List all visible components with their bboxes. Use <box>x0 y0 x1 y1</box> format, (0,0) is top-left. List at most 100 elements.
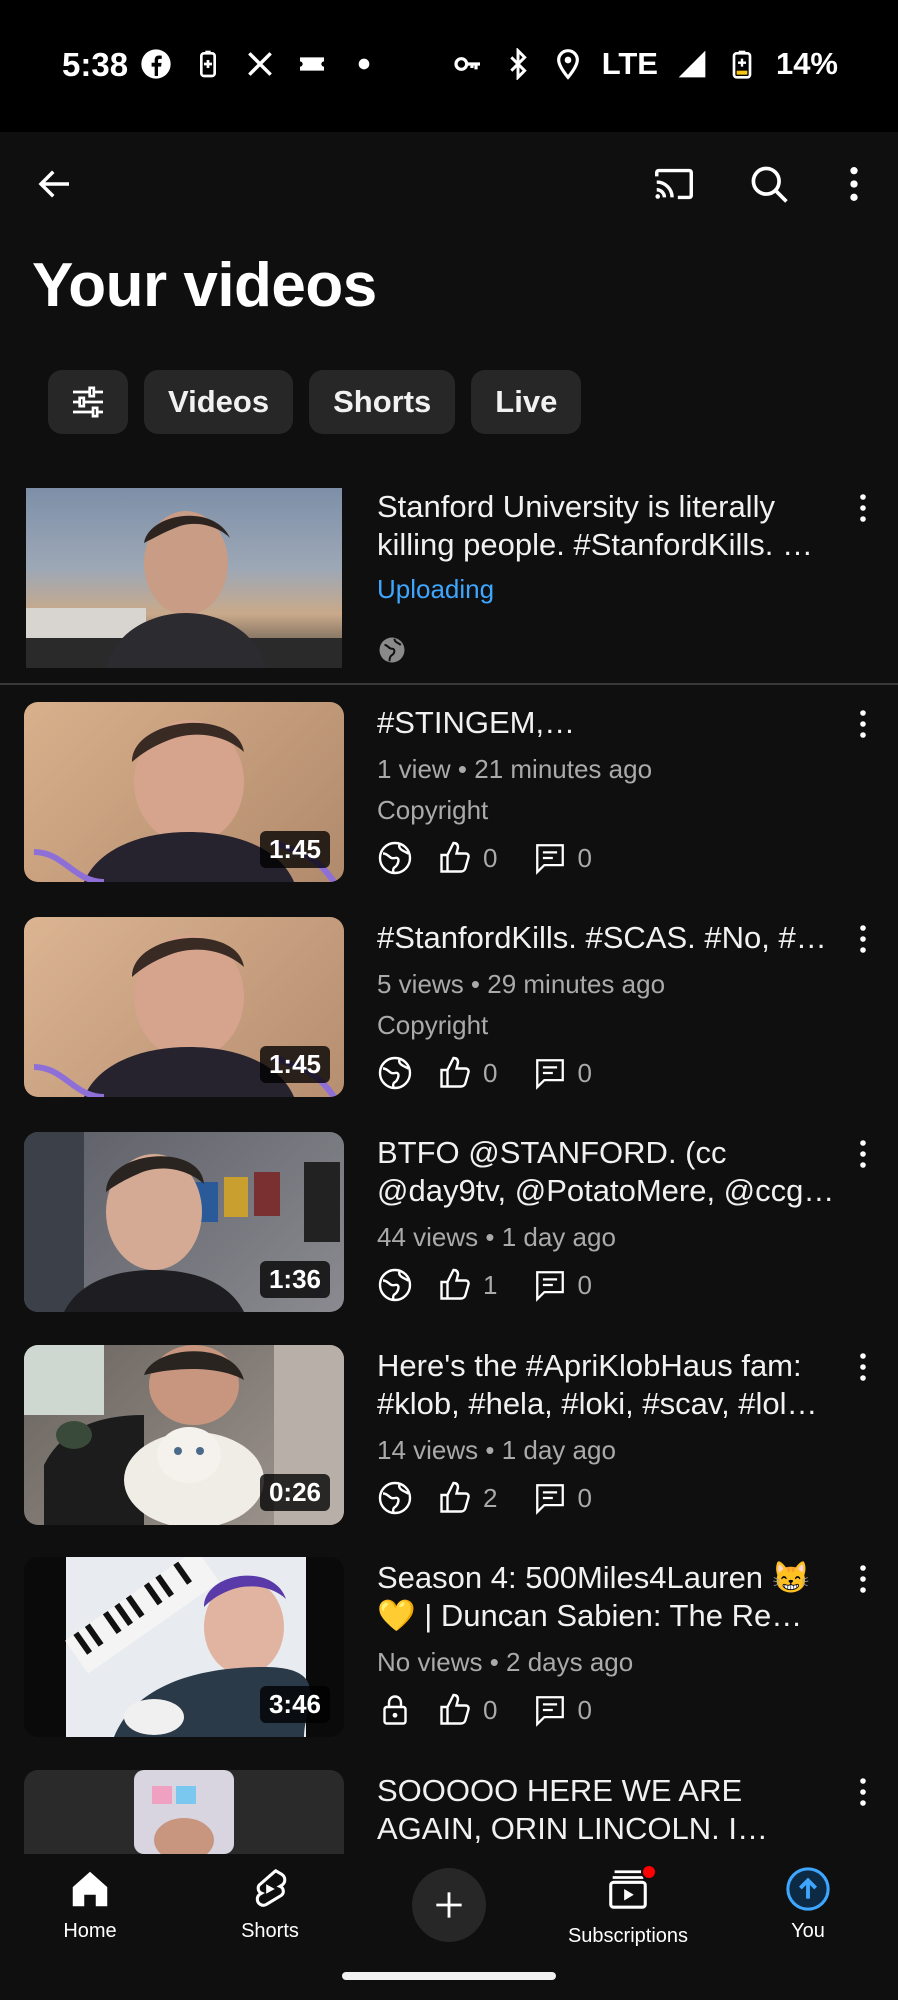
video-title[interactable]: Stanford University is literally killing… <box>377 488 839 564</box>
nav-you[interactable]: You <box>728 1866 888 1943</box>
chip-live[interactable]: Live <box>471 370 582 434</box>
video-title[interactable]: #STINGEM, @GEORGIATECH… <box>377 704 839 742</box>
more-vert-icon <box>860 925 866 953</box>
battery-saver-icon <box>200 50 216 78</box>
dot-icon <box>358 58 370 70</box>
globe-icon <box>378 1268 412 1302</box>
comment-icon <box>536 844 565 875</box>
comment-icon <box>536 1059 565 1090</box>
more-vert-icon <box>860 1565 866 1593</box>
video-duration: 1:36 <box>259 1261 330 1298</box>
nav-home-label: Home <box>63 1920 117 1942</box>
app-bar <box>0 132 898 232</box>
filter-button[interactable] <box>48 370 128 434</box>
battery-icon <box>732 50 752 79</box>
page-title: Your videos <box>32 251 377 320</box>
video-menu-button[interactable] <box>848 1134 878 1174</box>
thumbs-up-icon <box>440 1268 470 1300</box>
video-meta: No views • 2 days ago <box>377 1647 634 1677</box>
thumbnail-partial <box>134 1770 234 1854</box>
video-title[interactable]: SOOOOO HERE WE ARE AGAIN, ORIN LINCOLN. … <box>377 1772 839 1848</box>
video-thumbnail[interactable] <box>24 1770 344 1854</box>
video-title[interactable]: Here's the #ApriKlobHaus fam: #klob, #he… <box>377 1347 839 1423</box>
location-icon <box>556 49 579 80</box>
create-button[interactable] <box>412 1868 486 1942</box>
more-vert-icon <box>860 494 866 522</box>
video-thumbnail[interactable]: 1:45 <box>24 702 344 882</box>
comment-count: 0 <box>577 1482 592 1513</box>
nav-subscriptions[interactable]: Subscriptions <box>548 1864 708 1948</box>
filter-chips: Videos Shorts Live <box>48 370 582 434</box>
thumbnail-person <box>26 511 342 668</box>
globe-icon <box>378 1056 412 1090</box>
video-meta: 1 view • 21 minutes ago <box>377 754 653 784</box>
nav-shorts[interactable]: Shorts <box>190 1866 350 1943</box>
like-count: 0 <box>483 842 498 873</box>
video-menu-button[interactable] <box>848 1772 878 1812</box>
like-count: 0 <box>483 1694 498 1725</box>
video-duration: 0:26 <box>259 1474 330 1511</box>
thumbs-up-icon <box>440 1693 470 1725</box>
video-duration: 1:45 <box>259 1046 330 1083</box>
video-duration: 1:45 <box>259 831 330 868</box>
video-thumbnail[interactable]: 0:26 <box>24 1345 344 1525</box>
battery-percent: 14% <box>775 46 838 81</box>
thumbs-up-icon <box>440 841 470 873</box>
more-vert-icon <box>860 1140 866 1168</box>
notification-dot <box>641 1864 657 1880</box>
chip-shorts[interactable]: Shorts <box>309 370 456 434</box>
video-menu-button[interactable] <box>848 704 878 744</box>
video-stats: 0 0 <box>377 840 839 876</box>
video-thumbnail[interactable]: 1:45 <box>24 917 344 1097</box>
more-vert-icon <box>860 710 866 738</box>
divider <box>0 683 898 685</box>
video-menu-button[interactable] <box>848 1559 878 1599</box>
ticket-icon <box>300 57 324 71</box>
nav-subscriptions-label: Subscriptions <box>567 1925 689 1947</box>
comment-count: 0 <box>577 1057 592 1088</box>
video-thumbnail[interactable]: 3:46 <box>24 1557 344 1737</box>
like-count: 1 <box>483 1269 498 1300</box>
chip-videos[interactable]: Videos <box>144 370 294 434</box>
status-time: 5:38 <box>62 46 129 83</box>
video-thumbnail[interactable] <box>26 488 342 668</box>
globe-icon <box>379 637 405 663</box>
lock-icon <box>383 1695 407 1725</box>
back-arrow-icon <box>38 170 69 198</box>
more-vert-icon <box>860 1778 866 1806</box>
search-button[interactable] <box>741 156 797 212</box>
back-button[interactable] <box>27 156 83 212</box>
cast-button[interactable] <box>646 156 702 212</box>
copyright-notice[interactable]: Copyright <box>377 1010 839 1041</box>
comment-count: 0 <box>577 842 592 873</box>
more-options-button[interactable] <box>826 156 882 212</box>
video-stats: 0 0 <box>377 1055 839 1091</box>
video-menu-button[interactable] <box>848 1347 878 1387</box>
video-meta: 5 views • 29 minutes ago <box>377 969 666 999</box>
video-title[interactable]: BTFO @STANFORD. (cc @day9tv, @PotatoMere… <box>377 1134 839 1210</box>
globe-icon <box>378 841 412 875</box>
video-stats: 0 0 <box>377 1692 839 1728</box>
like-count: 2 <box>483 1482 498 1513</box>
thumbs-up-icon <box>440 1056 470 1088</box>
copyright-notice[interactable]: Copyright <box>377 795 839 826</box>
video-title[interactable]: Season 4: 500Miles4Lauren 😸💛 | Duncan Sa… <box>377 1559 839 1635</box>
video-thumbnail[interactable]: 1:36 <box>24 1132 344 1312</box>
video-duration: 3:46 <box>259 1686 330 1723</box>
nav-you-label: You <box>791 1920 825 1942</box>
network-type: LTE <box>601 46 658 81</box>
more-vert-icon <box>860 1353 866 1381</box>
nav-home[interactable]: Home <box>10 1866 170 1943</box>
video-menu-button[interactable] <box>848 919 878 959</box>
gesture-home-bar[interactable] <box>342 1972 556 1980</box>
comment-icon <box>536 1696 565 1727</box>
video-title[interactable]: #StanfordKills. #SCAS. #No, #… <box>377 919 839 957</box>
comment-count: 0 <box>577 1269 592 1300</box>
bluetooth-icon <box>509 48 527 80</box>
x-icon <box>248 52 272 76</box>
filter-sliders-icon <box>73 386 103 418</box>
video-menu-button[interactable] <box>848 488 878 528</box>
signal-icon <box>678 50 706 78</box>
key-icon <box>454 57 480 71</box>
comment-icon <box>536 1271 565 1302</box>
